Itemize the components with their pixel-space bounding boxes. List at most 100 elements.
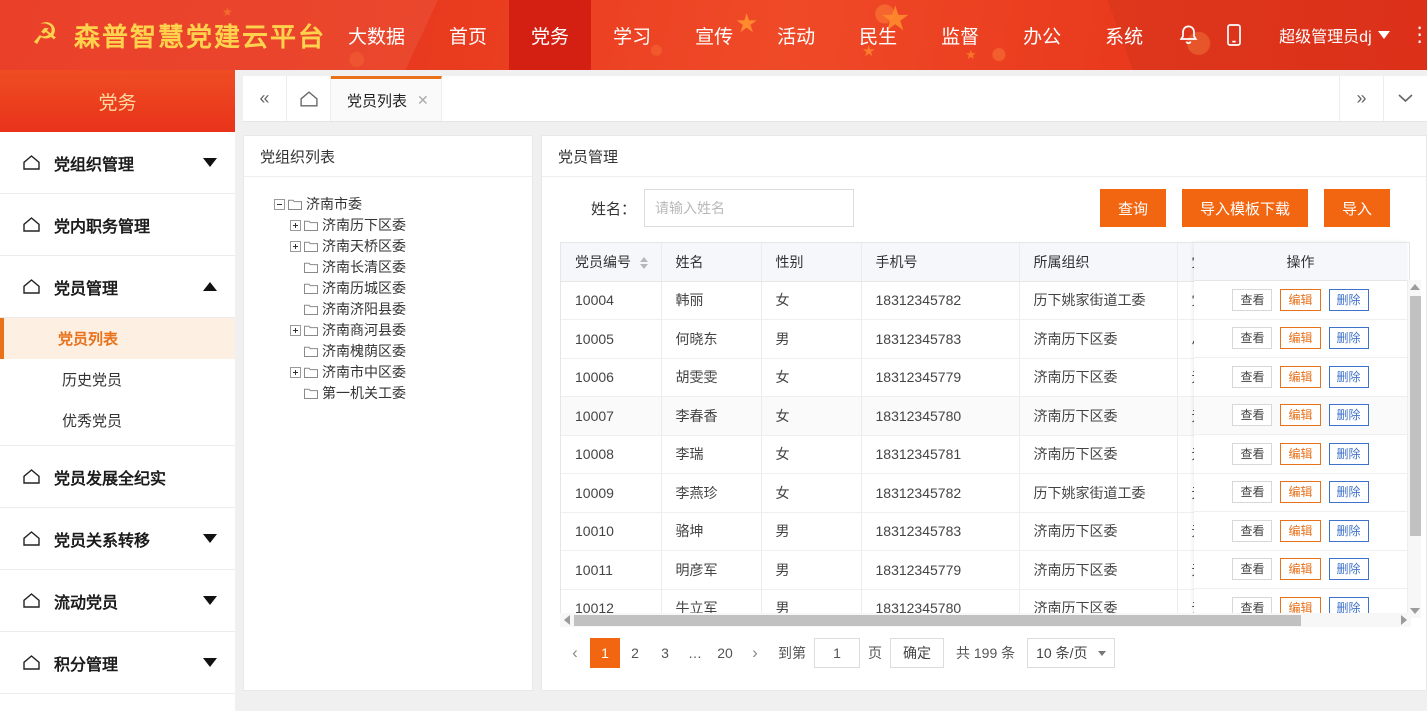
nav-item-publicity[interactable]: 宣传 bbox=[673, 0, 755, 70]
sidebar-item-relation-transfer[interactable]: 党员关系转移 bbox=[0, 508, 235, 570]
column-header-gender[interactable]: 性别 bbox=[761, 243, 862, 282]
page-ellipsis[interactable]: … bbox=[680, 638, 710, 668]
edit-button[interactable]: 编辑 bbox=[1280, 365, 1321, 388]
delete-button[interactable]: 删除 bbox=[1328, 288, 1369, 311]
delete-button[interactable]: 删除 bbox=[1328, 519, 1369, 542]
tree-node[interactable]: 济南济阳县委 bbox=[274, 300, 532, 318]
sidebar-subitem-member-list[interactable]: 党员列表 bbox=[0, 318, 235, 359]
delete-button[interactable]: 删除 bbox=[1328, 404, 1369, 427]
sidebar-item-points-management[interactable]: 积分管理 bbox=[0, 632, 235, 694]
page-button-2[interactable]: 2 bbox=[620, 638, 650, 668]
confirm-page-button[interactable]: 确定 bbox=[890, 638, 944, 668]
tree-node[interactable]: 济南长清区委 bbox=[274, 258, 532, 276]
nav-item-activity[interactable]: 活动 bbox=[755, 0, 837, 70]
sidebar-item-duty-management[interactable]: 党内职务管理 bbox=[0, 194, 235, 256]
collapse-toggle-icon[interactable] bbox=[274, 198, 285, 210]
expand-toggle-icon[interactable] bbox=[290, 324, 301, 336]
tree-node[interactable]: 济南商河县委 bbox=[274, 321, 532, 339]
table-vertical-scrollbar[interactable] bbox=[1407, 280, 1421, 618]
sidebar-item-development-record[interactable]: 党员发展全纪实 bbox=[0, 446, 235, 508]
column-header-member-id[interactable]: 党员编号 bbox=[561, 243, 662, 282]
home-icon[interactable] bbox=[287, 76, 331, 121]
delete-button[interactable]: 删除 bbox=[1328, 442, 1369, 465]
prev-page-button[interactable]: ‹ bbox=[560, 638, 590, 668]
query-button[interactable]: 查询 bbox=[1099, 189, 1166, 227]
delete-button[interactable]: 删除 bbox=[1328, 481, 1369, 504]
nav-item-party[interactable]: 党务 bbox=[509, 0, 592, 70]
sort-icon[interactable] bbox=[639, 257, 648, 270]
sidebar-item-floating-member[interactable]: 流动党员 bbox=[0, 570, 235, 632]
sidebar-subitem-excellent-member[interactable]: 优秀党员 bbox=[0, 400, 235, 441]
download-template-button[interactable]: 导入模板下载 bbox=[1181, 189, 1308, 227]
tree-node[interactable]: 济南历下区委 bbox=[274, 216, 532, 234]
nav-item-system[interactable]: 系统 bbox=[1083, 0, 1165, 70]
home-icon bbox=[22, 216, 44, 233]
user-menu[interactable]: 超级管理员dj bbox=[1257, 23, 1401, 47]
tree-node[interactable]: 济南市中区委 bbox=[274, 363, 532, 381]
page-button-20[interactable]: 20 bbox=[710, 638, 740, 668]
sidebar-item-member-management[interactable]: 党员管理 bbox=[0, 256, 235, 318]
column-header-name[interactable]: 姓名 bbox=[661, 243, 762, 282]
expand-toggle-icon[interactable] bbox=[290, 240, 301, 252]
tree-node[interactable]: 第一机关工委 bbox=[274, 384, 532, 402]
view-button[interactable]: 查看 bbox=[1232, 365, 1273, 388]
scroll-up-icon[interactable] bbox=[1408, 280, 1421, 294]
expand-toggle-icon[interactable] bbox=[290, 219, 301, 231]
horizontal-scroll-thumb[interactable] bbox=[574, 615, 1301, 626]
view-button[interactable]: 查看 bbox=[1232, 519, 1273, 542]
close-icon[interactable]: ✕ bbox=[417, 92, 429, 109]
nav-item-home[interactable]: 首页 bbox=[427, 0, 509, 70]
double-chevron-right-icon[interactable]: » bbox=[1339, 76, 1383, 121]
nav-item-bigdata[interactable]: 大数据 bbox=[326, 0, 427, 70]
edit-button[interactable]: 编辑 bbox=[1280, 327, 1321, 350]
more-vertical-icon[interactable]: ⋮ bbox=[1402, 25, 1427, 45]
scroll-right-icon[interactable] bbox=[1397, 613, 1411, 627]
sidebar-subitem-history-member[interactable]: 历史党员 bbox=[0, 359, 235, 400]
search-input[interactable] bbox=[644, 189, 854, 227]
edit-button[interactable]: 编辑 bbox=[1280, 404, 1321, 427]
tree-node[interactable]: 济南天桥区委 bbox=[274, 237, 532, 255]
vertical-scroll-thumb[interactable] bbox=[1410, 296, 1421, 536]
sidebar-item-first-secretary[interactable]: 第一书记 bbox=[0, 694, 235, 711]
chevron-down-icon bbox=[203, 158, 217, 167]
view-button[interactable]: 查看 bbox=[1232, 481, 1273, 504]
column-header-phone[interactable]: 手机号 bbox=[861, 243, 1020, 282]
nav-item-office[interactable]: 办公 bbox=[1001, 0, 1083, 70]
goto-page-input[interactable] bbox=[814, 638, 860, 668]
page-button-3[interactable]: 3 bbox=[650, 638, 680, 668]
column-header-org[interactable]: 所属组织 bbox=[1019, 243, 1178, 282]
tree-node[interactable]: 济南槐荫区委 bbox=[274, 342, 532, 360]
delete-button[interactable]: 删除 bbox=[1328, 327, 1369, 350]
next-page-button[interactable]: › bbox=[740, 638, 770, 668]
nav-item-supervision[interactable]: 监督 bbox=[919, 0, 1001, 70]
delete-button[interactable]: 删除 bbox=[1328, 558, 1369, 581]
expand-toggle-icon[interactable] bbox=[290, 366, 301, 378]
view-button[interactable]: 查看 bbox=[1232, 288, 1273, 311]
edit-button[interactable]: 编辑 bbox=[1280, 519, 1321, 542]
table-horizontal-scrollbar[interactable] bbox=[560, 613, 1411, 627]
view-button[interactable]: 查看 bbox=[1232, 558, 1273, 581]
import-button[interactable]: 导入 bbox=[1323, 189, 1390, 227]
sidebar-item-org-management[interactable]: 党组织管理 bbox=[0, 132, 235, 194]
double-chevron-left-icon[interactable]: « bbox=[243, 76, 287, 121]
mobile-icon[interactable] bbox=[1211, 0, 1257, 70]
bell-icon[interactable] bbox=[1165, 0, 1211, 70]
page-size-select[interactable]: 10 条/页 bbox=[1027, 638, 1115, 668]
brand-logo[interactable]: ☭ 森普智慧党建云平台 bbox=[0, 17, 326, 54]
edit-button[interactable]: 编辑 bbox=[1280, 558, 1321, 581]
view-button[interactable]: 查看 bbox=[1232, 327, 1273, 350]
tree-node[interactable]: 济南市委 bbox=[274, 195, 532, 213]
view-button[interactable]: 查看 bbox=[1232, 442, 1273, 465]
nav-item-study[interactable]: 学习 bbox=[591, 0, 673, 70]
edit-button[interactable]: 编辑 bbox=[1280, 288, 1321, 311]
delete-button[interactable]: 删除 bbox=[1328, 365, 1369, 388]
nav-item-livelihood[interactable]: 民生 bbox=[837, 0, 919, 70]
chevron-down-icon[interactable] bbox=[1383, 76, 1427, 121]
scroll-left-icon[interactable] bbox=[560, 615, 574, 625]
edit-button[interactable]: 编辑 bbox=[1280, 481, 1321, 504]
edit-button[interactable]: 编辑 bbox=[1280, 442, 1321, 465]
view-button[interactable]: 查看 bbox=[1232, 404, 1273, 427]
tree-node[interactable]: 济南历城区委 bbox=[274, 279, 532, 297]
tab-member-list[interactable]: 党员列表 ✕ bbox=[331, 76, 442, 121]
page-button-1[interactable]: 1 bbox=[590, 638, 620, 668]
